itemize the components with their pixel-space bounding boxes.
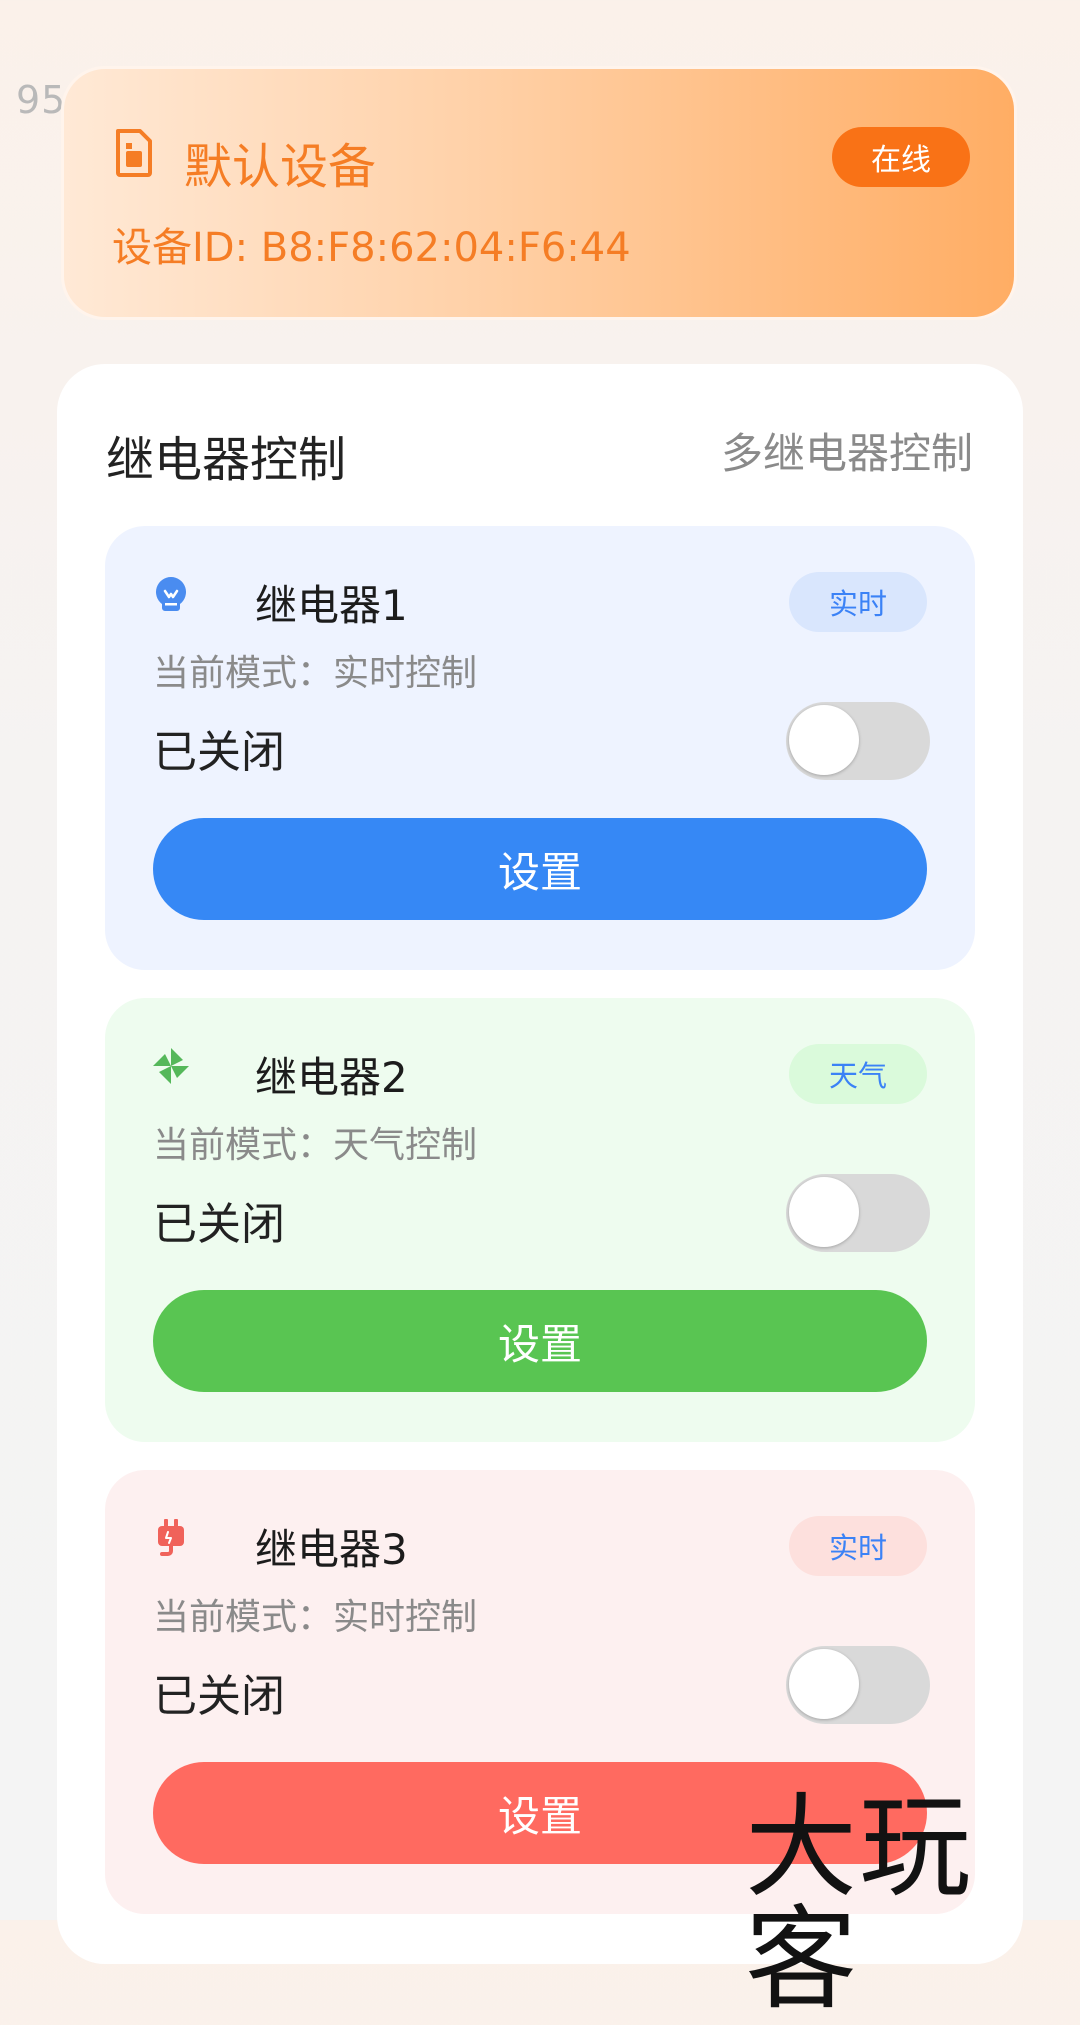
mode-text: 当前模式：实时控制	[153, 1597, 478, 1638]
relay-name: 继电器3	[255, 1525, 408, 1574]
relay-state: 已关闭	[153, 1199, 285, 1250]
device-card[interactable]: 默认设备 设备ID: B8:F8:62:04:F6:44 在线	[61, 66, 1017, 320]
settings-button[interactable]: 设置	[153, 1290, 927, 1392]
switch-knob	[789, 1177, 859, 1247]
device-id: 设备ID: B8:F8:62:04:F6:44	[112, 225, 631, 271]
relay-state: 已关闭	[153, 1671, 285, 1722]
mode-badge: 实时	[789, 1516, 927, 1576]
relay-name: 继电器1	[255, 581, 408, 630]
plug-icon	[158, 1519, 184, 1556]
relay-card-1: 继电器1 实时 当前模式：实时控制 已关闭 设置	[105, 526, 975, 970]
mode-text: 当前模式：实时控制	[153, 653, 478, 694]
bulb-icon	[156, 577, 186, 611]
relay-switch[interactable]	[786, 1646, 930, 1724]
relay-switch[interactable]	[786, 1174, 930, 1252]
relay-card-2: 继电器2 天气 当前模式：天气控制 已关闭 设置	[105, 998, 975, 1442]
device-name: 默认设备	[184, 139, 377, 195]
mode-text: 当前模式：天气控制	[153, 1125, 478, 1166]
online-status-badge: 在线	[832, 127, 970, 187]
relay-name: 继电器2	[255, 1053, 408, 1102]
panel-title: 继电器控制	[106, 432, 347, 488]
sim-card-icon	[116, 129, 152, 177]
mode-badge: 天气	[789, 1044, 927, 1104]
multi-relay-control-link[interactable]: 多继电器控制	[721, 420, 973, 481]
switch-knob	[789, 1649, 859, 1719]
settings-button[interactable]: 设置	[153, 818, 927, 920]
relay-control-panel: 继电器控制 多继电器控制 继电器1 实时 当前模式：实时控制 已关闭 设置 继电…	[57, 364, 1023, 1964]
mode-badge: 实时	[789, 572, 927, 632]
relay-switch[interactable]	[786, 702, 930, 780]
switch-knob	[789, 705, 859, 775]
pinwheel-icon	[153, 1048, 189, 1084]
relay-state: 已关闭	[153, 727, 285, 778]
brand-watermark: 大玩客	[745, 1783, 973, 2025]
